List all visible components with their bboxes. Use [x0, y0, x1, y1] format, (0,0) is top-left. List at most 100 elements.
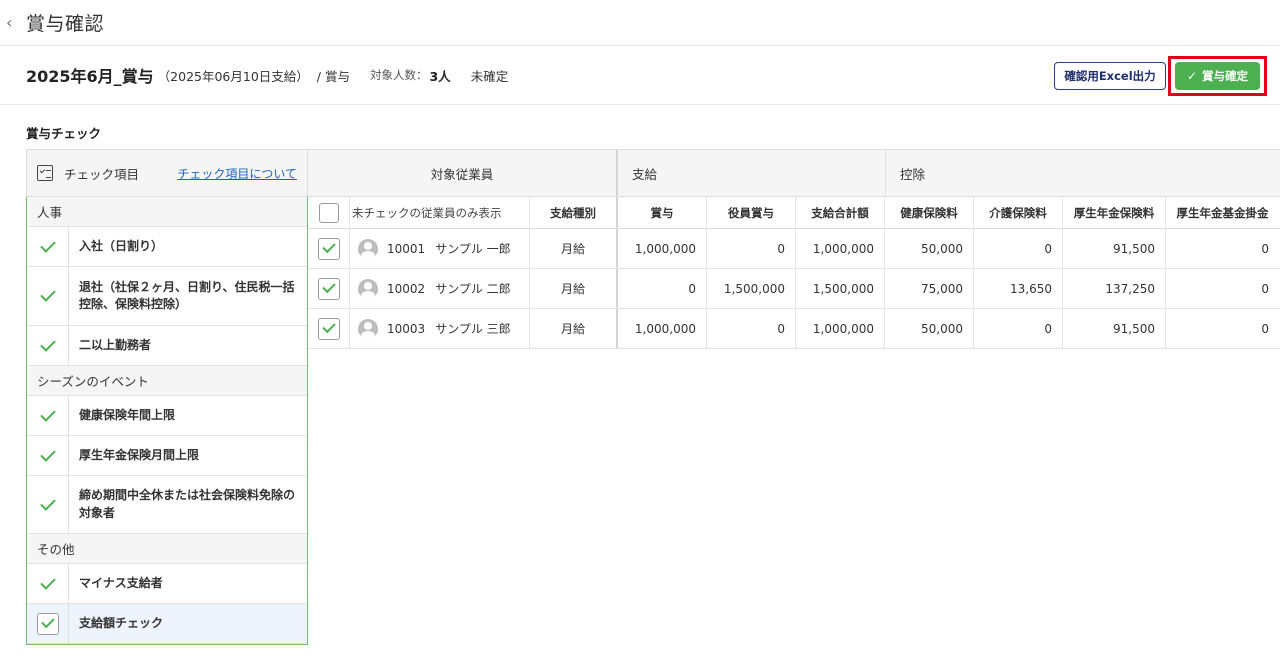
check-item-label: 締め期間中全休または社会保険料免除の対象者: [79, 488, 296, 520]
checkmark-icon: [39, 494, 56, 511]
table-header-row: 未チェックの従業員のみ表示 支給種別 賞与 役員賞与 支給合計額 健康保険料 介…: [308, 197, 1280, 229]
category-header: シーズンのイベント: [27, 366, 307, 396]
col-health: 健康保険料: [885, 197, 974, 228]
employee-code: 10003: [387, 321, 426, 336]
check-items-panel: チェック項目 チェック項目について 人事 入社（日割り） 退社（社保２ヶ月、日割…: [26, 149, 308, 659]
checkmark-icon: [39, 236, 56, 253]
employee-name: サンプル 三郎: [435, 322, 511, 336]
check-item-label: 入社（日割り）: [79, 238, 164, 253]
cell-pension: 91,500: [1063, 229, 1166, 268]
confirm-highlight-box: ✓ 賞与確定: [1168, 56, 1267, 96]
cell-officer-bonus: 0: [707, 309, 796, 348]
check-item[interactable]: 退社（社保２ヶ月、日割り、住民税一括控除、保険料控除）: [27, 267, 307, 326]
excel-export-button[interactable]: 確認用Excel出力: [1054, 62, 1166, 90]
chevron-left-icon[interactable]: ‹: [6, 13, 24, 32]
cell-pension-fund: 0: [1261, 281, 1269, 296]
unchecked-filter-checkbox[interactable]: [318, 202, 339, 223]
col-bonus: 賞与: [618, 197, 707, 228]
avatar: [358, 278, 378, 299]
check-panel-title: チェック項目: [64, 166, 140, 182]
bonus-type: / 賞与: [316, 68, 350, 84]
target-count-value: 3人: [429, 68, 451, 84]
check-item[interactable]: 締め期間中全休または社会保険料免除の対象者: [27, 476, 307, 534]
col-officer-bonus: 役員賞与: [707, 197, 796, 228]
check-item[interactable]: 厚生年金保険月間上限: [27, 436, 307, 476]
col-pension-fund: 厚生年金基金掛金: [1176, 205, 1269, 220]
status-badge: 未確定: [470, 68, 509, 84]
cell-pension: 91,500: [1063, 309, 1166, 348]
employee-name: サンプル 二郎: [435, 282, 511, 296]
checkbox-checked: [36, 612, 59, 635]
checkmark-icon: [321, 239, 336, 254]
check-item[interactable]: 健康保険年間上限: [27, 396, 307, 436]
avatar: [358, 318, 378, 339]
group-deduction: 控除: [900, 166, 926, 182]
row-checkbox[interactable]: [317, 317, 340, 340]
target-count-label: 対象人数：: [369, 68, 428, 82]
cell-pay-total: 1,000,000: [796, 309, 885, 348]
checkmark-icon: [39, 405, 56, 422]
check-item-selected[interactable]: 支給額チェック: [27, 604, 307, 644]
check-items-list: 人事 入社（日割り） 退社（社保２ヶ月、日割り、住民税一括控除、保険料控除） 二…: [26, 197, 308, 645]
cell-care: 0: [974, 229, 1063, 268]
group-employee: 対象従業員: [308, 150, 618, 196]
cell-pension-fund: 0: [1261, 241, 1269, 256]
check-icon: ✓: [1186, 69, 1198, 83]
col-care: 介護保険料: [974, 197, 1063, 228]
confirm-bonus-button[interactable]: ✓ 賞与確定: [1175, 62, 1260, 90]
employee-name: サンプル 一郎: [435, 242, 511, 256]
employee-code: 10002: [387, 281, 426, 296]
check-panel-header: チェック項目 チェック項目について: [26, 149, 308, 197]
table-row: 10002 サンプル 二郎 月給 0 1,500,000 1,500,000 75…: [308, 269, 1280, 309]
avatar: [358, 238, 378, 259]
check-items-help-link[interactable]: チェック項目について: [177, 165, 297, 182]
check-item[interactable]: 二以上勤務者: [27, 326, 307, 366]
bonus-info-bar: 2025年6月_賞与 （2025年06月10日支給） / 賞与 対象人数： 3人…: [0, 46, 1280, 105]
top-bar: ‹ 賞与確認: [0, 0, 1280, 46]
cell-care: 13,650: [974, 269, 1063, 308]
check-item-label: 支給額チェック: [79, 615, 164, 630]
cell-pension: 137,250: [1063, 269, 1166, 308]
unchecked-filter-label: 未チェックの従業員のみ表示: [350, 197, 530, 228]
cell-health: 50,000: [885, 309, 974, 348]
col-pay-total: 支給合計額: [796, 197, 885, 228]
cell-kind: 月給: [530, 309, 618, 348]
group-payment: 支給: [618, 150, 886, 196]
confirm-bonus-label: 賞与確定: [1202, 69, 1249, 83]
row-checkbox[interactable]: [317, 237, 340, 260]
table-row: 10003 サンプル 三郎 月給 1,000,000 0 1,000,000 50…: [308, 309, 1280, 349]
checkmark-icon: [321, 319, 336, 334]
cell-bonus: 0: [618, 269, 707, 308]
category-header: 人事: [27, 197, 307, 227]
cell-pension-fund: 0: [1261, 321, 1269, 336]
col-pension: 厚生年金保険料: [1063, 197, 1166, 228]
check-item[interactable]: マイナス支給者: [27, 564, 307, 604]
check-item-label: 厚生年金保険月間上限: [79, 447, 200, 462]
bonus-name: 2025年6月_賞与: [26, 67, 154, 86]
col-kind: 支給種別: [530, 197, 618, 228]
bonus-pay-date: （2025年06月10日支給）: [157, 68, 309, 84]
check-item[interactable]: 入社（日割り）: [27, 227, 307, 267]
check-item-label: マイナス支給者: [79, 575, 163, 590]
cell-health: 50,000: [885, 229, 974, 268]
check-item-label: 健康保険年間上限: [79, 407, 176, 422]
cell-pay-total: 1,000,000: [796, 229, 885, 268]
row-checkbox[interactable]: [317, 277, 340, 300]
cell-officer-bonus: 1,500,000: [707, 269, 796, 308]
cell-bonus: 1,000,000: [618, 309, 707, 348]
table-group-header: 対象従業員 支給 控除: [308, 149, 1280, 197]
cell-kind: 月給: [530, 269, 618, 308]
checkmark-icon: [40, 614, 55, 629]
checkmark-icon: [39, 286, 56, 302]
checkmark-icon: [39, 335, 56, 352]
cell-pay-total: 1,500,000: [796, 269, 885, 308]
employee-code: 10001: [387, 241, 426, 256]
check-item-label: 退社（社保２ヶ月、日割り、住民税一括控除、保険料控除）: [79, 279, 295, 311]
page-title: 賞与確認: [26, 13, 105, 35]
check-item-label: 二以上勤務者: [79, 337, 152, 352]
section-title: 賞与チェック: [26, 126, 102, 141]
checklist-icon: [37, 165, 53, 181]
category-header: その他: [27, 534, 307, 564]
cell-bonus: 1,000,000: [618, 229, 707, 268]
checkmark-icon: [39, 445, 56, 462]
